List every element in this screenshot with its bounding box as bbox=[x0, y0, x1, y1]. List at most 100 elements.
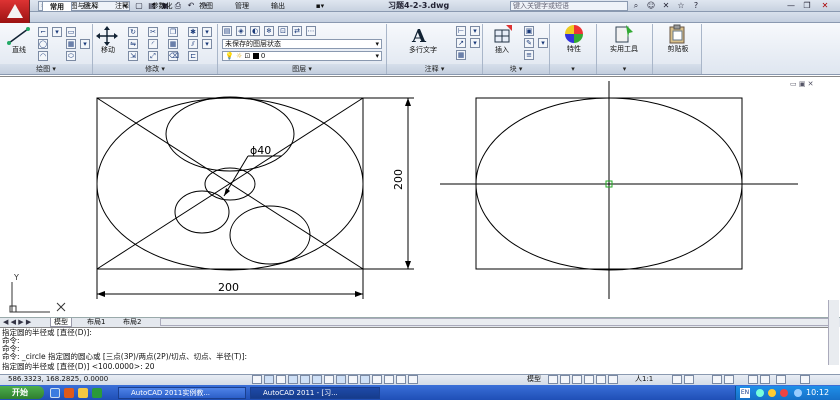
properties-panel-expander[interactable]: ▾ bbox=[550, 64, 596, 74]
annotation-scale[interactable]: 人1:1 bbox=[635, 375, 653, 384]
search-input[interactable]: 键入关键字或短语 bbox=[510, 1, 628, 11]
steering-wheel-icon[interactable] bbox=[596, 375, 606, 384]
command-input[interactable]: 指定圆的半径或 [直径(D)] <100.0000>: 20 bbox=[2, 363, 155, 371]
tab-nav-arrows[interactable]: ◀ ◀ ▶ ▶ bbox=[3, 318, 31, 327]
layer-walk-icon[interactable]: ⋯ bbox=[306, 26, 316, 36]
object-snap-tracking-toggle[interactable] bbox=[336, 375, 346, 384]
zoom-icon[interactable] bbox=[584, 375, 594, 384]
tab-annotate[interactable]: 注释 bbox=[108, 1, 136, 11]
start-button[interactable]: 开始 bbox=[0, 386, 44, 399]
application-menu-button[interactable] bbox=[0, 0, 30, 24]
layers-panel-title[interactable]: 图层 ▾ bbox=[218, 64, 386, 74]
object-snap-toggle[interactable] bbox=[312, 375, 322, 384]
properties-button-label[interactable]: 特性 bbox=[558, 44, 590, 54]
draw-panel-title[interactable]: 绘图 ▾ bbox=[0, 64, 92, 74]
draw-dropdown-icon[interactable]: ▾ bbox=[52, 27, 62, 37]
tray-network-icon[interactable] bbox=[756, 389, 764, 397]
signin-icon[interactable]: ☺ bbox=[645, 1, 657, 11]
leader-dropdown-icon[interactable]: ▾ bbox=[470, 38, 480, 48]
edit-block-icon[interactable]: ✎ bbox=[524, 38, 534, 48]
properties-icon[interactable] bbox=[563, 24, 585, 44]
quicklaunch-ie-icon[interactable] bbox=[50, 388, 60, 398]
stretch-icon[interactable]: ⇲ bbox=[128, 51, 138, 61]
quicklaunch-folder-icon[interactable] bbox=[78, 388, 88, 398]
clipboard-panel-expander[interactable] bbox=[653, 64, 701, 74]
tray-misc-icon[interactable] bbox=[794, 389, 802, 397]
array-icon[interactable]: ▦ bbox=[168, 39, 178, 49]
minimize-button[interactable]: — bbox=[784, 1, 798, 11]
dynamic-ucs-toggle[interactable] bbox=[348, 375, 358, 384]
current-layer-dropdown[interactable]: 💡 ☼ ⊡ 0 ▾ bbox=[222, 51, 382, 61]
clipboard-icon[interactable] bbox=[666, 24, 688, 44]
layer-off-icon[interactable]: ◐ bbox=[250, 26, 260, 36]
circle-icon[interactable]: ◯ bbox=[38, 39, 48, 49]
layer-properties-icon[interactable]: ▤ bbox=[222, 26, 232, 36]
exchange-icon[interactable]: ✕ bbox=[660, 1, 672, 11]
join-icon[interactable]: ⊏ bbox=[188, 51, 198, 61]
scale-icon[interactable]: ⤢ bbox=[148, 51, 158, 61]
tab-view[interactable]: 视图 bbox=[192, 1, 220, 11]
rotate-icon[interactable]: ↻ bbox=[128, 27, 138, 37]
language-icon[interactable]: EN bbox=[740, 388, 750, 398]
search-icon[interactable]: ⌕ bbox=[630, 1, 642, 11]
block-panel-title[interactable]: 块 ▾ bbox=[483, 64, 549, 74]
lineweight-toggle[interactable] bbox=[372, 375, 382, 384]
model-space-label[interactable]: 模型 bbox=[527, 375, 541, 384]
layer-lock-icon[interactable]: ⊡ bbox=[278, 26, 288, 36]
hatch-icon[interactable]: ▦ bbox=[66, 39, 76, 49]
create-block-icon[interactable]: ▣ bbox=[524, 26, 534, 36]
help-icon[interactable]: ? bbox=[690, 1, 702, 11]
gradient-icon[interactable]: ▾ bbox=[80, 39, 90, 49]
insert-block-icon[interactable] bbox=[492, 25, 514, 45]
close-button[interactable]: ✕ bbox=[818, 1, 832, 11]
tab-manage[interactable]: 管理 bbox=[228, 1, 256, 11]
dimension-dropdown-icon[interactable]: ▾ bbox=[470, 26, 480, 36]
auto-scale-icon[interactable] bbox=[684, 375, 694, 384]
insert-button-label[interactable]: 插入 bbox=[488, 45, 516, 55]
horizontal-scrollbar[interactable] bbox=[160, 318, 830, 326]
mirror-icon[interactable]: ⇋ bbox=[128, 39, 138, 49]
tab-parametric[interactable]: 参数化 bbox=[142, 1, 182, 11]
copy-icon[interactable]: ❐ bbox=[168, 27, 178, 37]
edit-attributes-icon[interactable]: ≡ bbox=[524, 50, 534, 60]
table-icon[interactable]: ▦ bbox=[456, 50, 466, 60]
modify-panel-title[interactable]: 修改 ▾ bbox=[93, 64, 217, 74]
rectangle-icon[interactable]: ▭ bbox=[66, 27, 76, 37]
ortho-mode-toggle[interactable] bbox=[288, 375, 298, 384]
selection-cycling-toggle[interactable] bbox=[408, 375, 418, 384]
pan-icon[interactable] bbox=[572, 375, 582, 384]
ellipse-icon[interactable]: ⬭ bbox=[66, 51, 76, 61]
layer-state-dropdown[interactable]: 未保存的图层状态 ▾ bbox=[222, 39, 382, 49]
quick-view-layouts-icon[interactable] bbox=[548, 375, 558, 384]
line-button-label[interactable]: 直线 bbox=[4, 45, 34, 55]
chamfer-icon[interactable]: ▾ bbox=[202, 39, 212, 49]
taskbar-item-autocad[interactable]: AutoCAD 2011 - [习... bbox=[250, 387, 380, 399]
explode-icon[interactable]: ✱ bbox=[188, 27, 198, 37]
quicklaunch-app-icon[interactable] bbox=[92, 388, 102, 398]
layer-isolate-icon[interactable]: ◈ bbox=[236, 26, 246, 36]
showmotion-icon[interactable] bbox=[608, 375, 618, 384]
infer-constraints-toggle[interactable] bbox=[252, 375, 262, 384]
ribbon-toggle-icon[interactable]: ▪▾ bbox=[312, 1, 328, 11]
layer-freeze-icon[interactable]: ❄ bbox=[264, 26, 274, 36]
trim-icon[interactable]: ✂ bbox=[148, 27, 158, 37]
tab-insert[interactable]: 插入 bbox=[76, 1, 104, 11]
grid-display-toggle[interactable] bbox=[276, 375, 286, 384]
tab-model[interactable]: 模型 bbox=[50, 318, 72, 327]
hardware-acceleration-icon[interactable] bbox=[748, 375, 758, 384]
polar-tracking-toggle[interactable] bbox=[300, 375, 310, 384]
tab-output[interactable]: 输出 bbox=[264, 1, 292, 11]
erase-icon[interactable]: ⌫ bbox=[168, 51, 179, 61]
lock-icon[interactable] bbox=[724, 375, 734, 384]
isolate-objects-icon[interactable] bbox=[760, 375, 770, 384]
tray-security-icon[interactable] bbox=[780, 389, 788, 397]
clipboard-button-label[interactable]: 剪贴板 bbox=[658, 44, 698, 54]
mtext-icon[interactable]: A bbox=[412, 26, 426, 47]
mtext-button-label[interactable]: 多行文字 bbox=[398, 45, 448, 55]
snap-mode-toggle[interactable] bbox=[264, 375, 274, 384]
3d-object-snap-toggle[interactable] bbox=[324, 375, 334, 384]
break-icon[interactable]: ▾ bbox=[202, 27, 212, 37]
fillet-icon[interactable]: ◜ bbox=[148, 39, 158, 49]
utilities-icon[interactable] bbox=[612, 24, 634, 44]
quicklaunch-media-icon[interactable] bbox=[64, 388, 74, 398]
